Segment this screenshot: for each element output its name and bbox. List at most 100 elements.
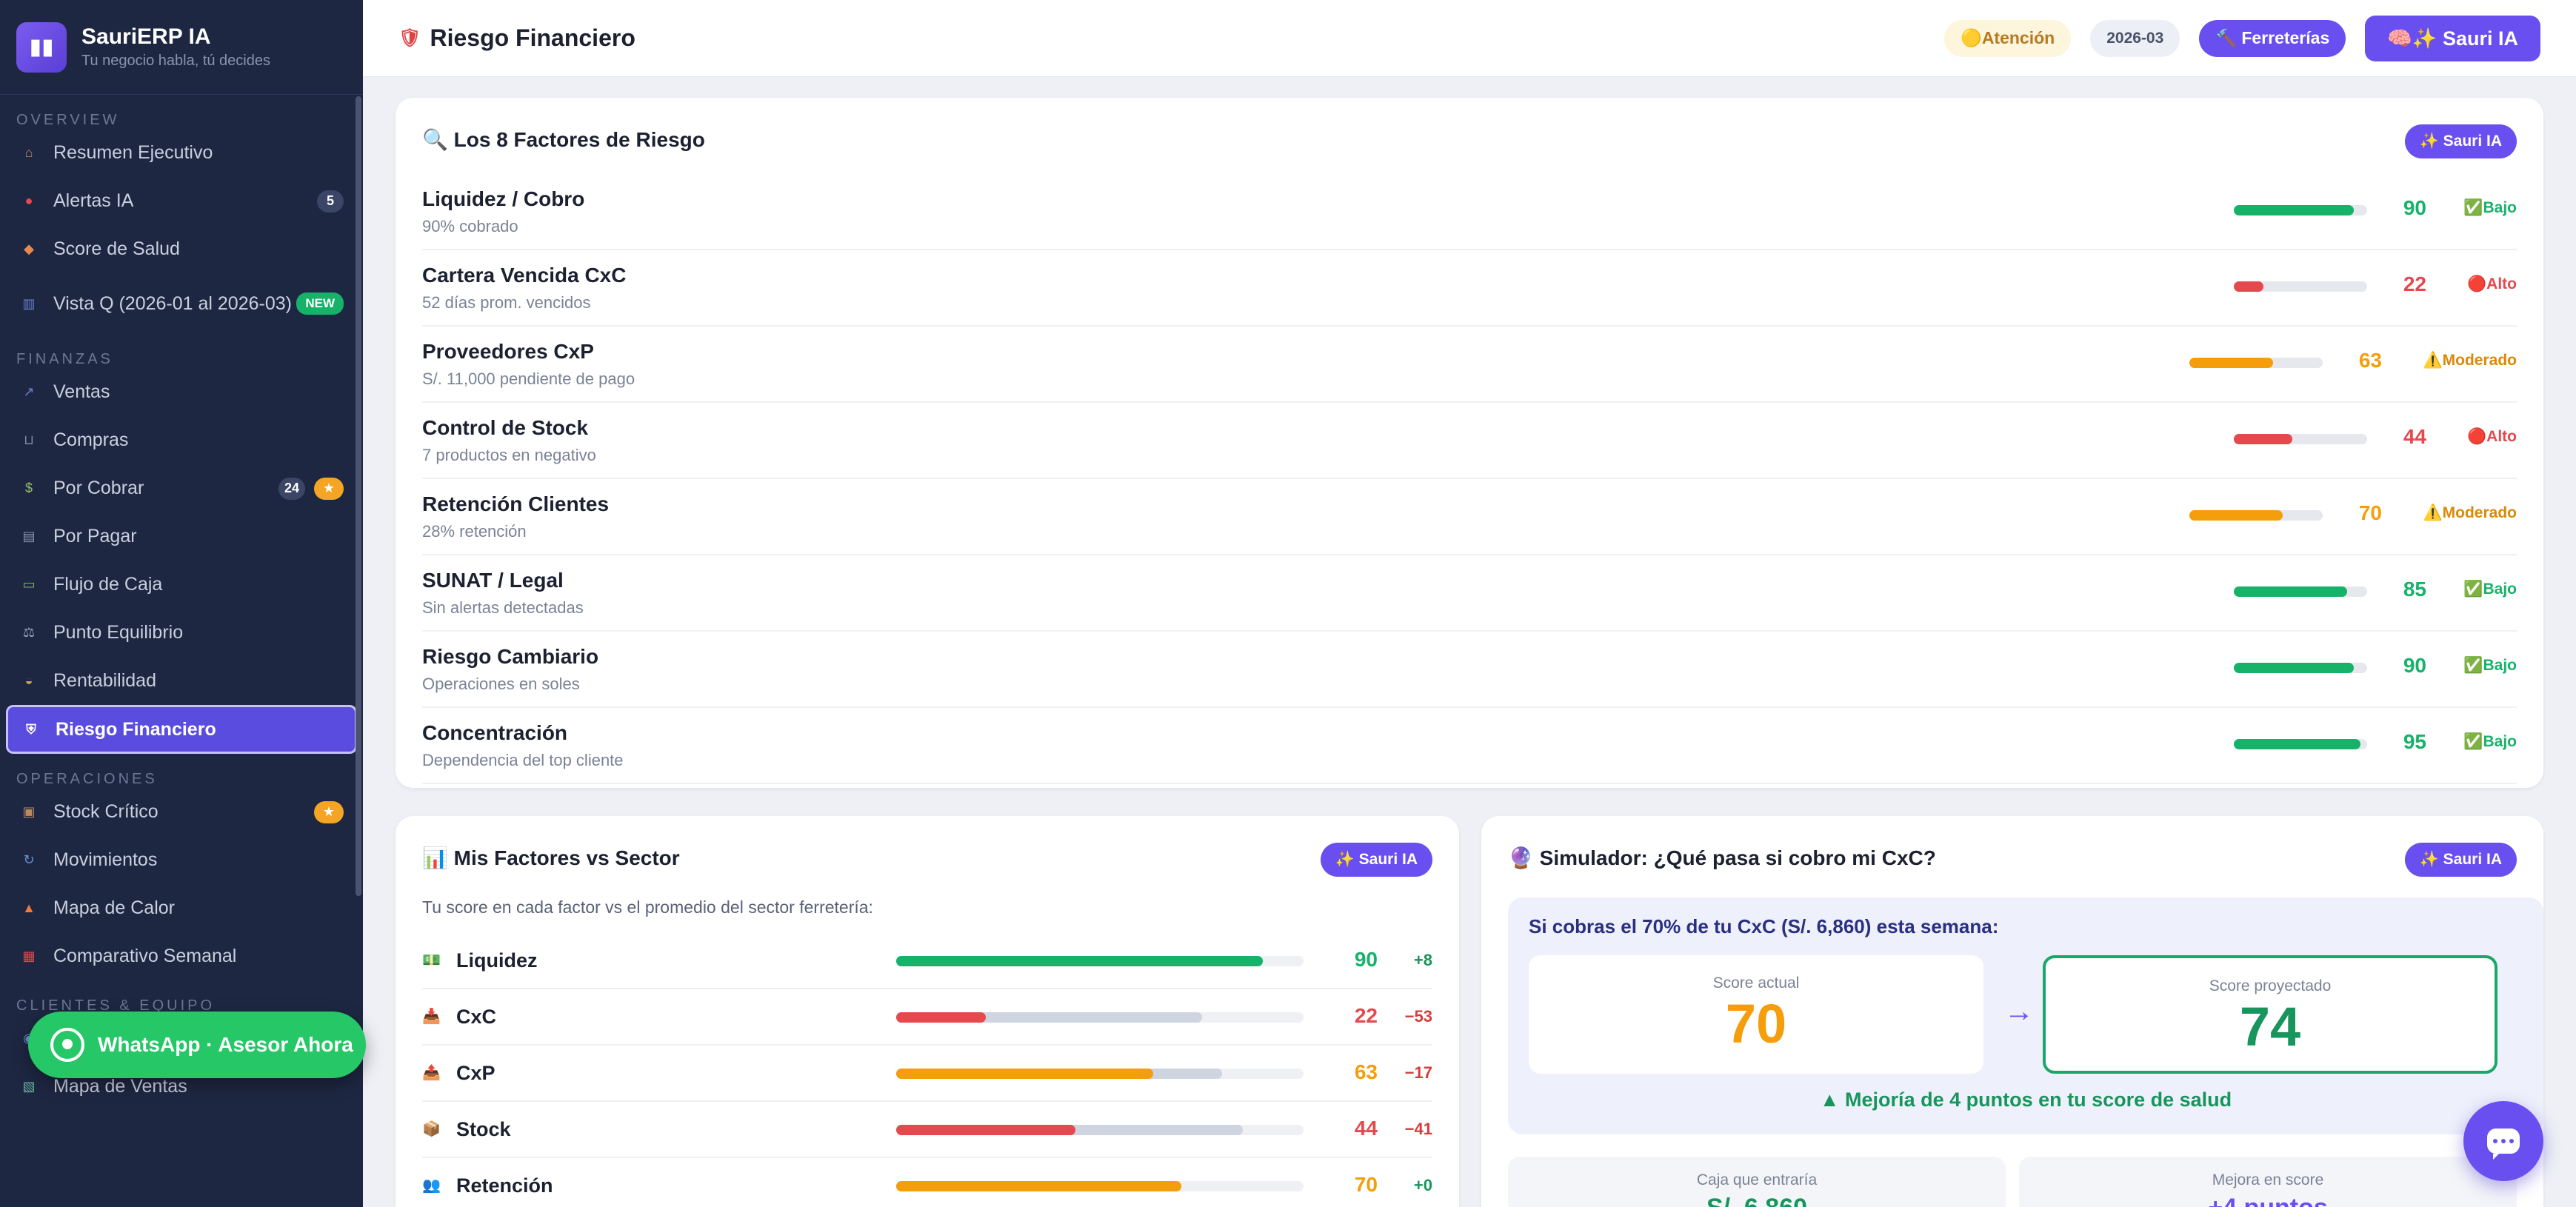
- sector-comparison-title: 📊 Mis Factores vs Sector: [422, 846, 680, 869]
- my-score-bar: [896, 1069, 1153, 1079]
- risk-factor-detail: 52 días prom. vencidos: [422, 293, 591, 312]
- risk-factor-detail: 90% cobrado: [422, 217, 518, 235]
- score-gain-value: +4 puntos: [2019, 1194, 2517, 1207]
- sidebar-item[interactable]: ▥ Vista Q (2026-01 al 2026-03) NEW: [0, 273, 363, 334]
- sector-comparison-subtitle: Tu score en cada factor vs el promedio d…: [422, 897, 873, 917]
- risk-factor-name: Proveedores CxP: [422, 340, 594, 363]
- calendar-icon: ▦: [22, 949, 36, 963]
- trend-icon: ↗: [23, 384, 35, 399]
- sidebar-item[interactable]: ◆ Score de Salud: [0, 225, 363, 273]
- sidebar-item-label: Mapa de Calor: [53, 897, 175, 919]
- risk-level-badge: 🔴Alto: [2467, 428, 2517, 445]
- sidebar-item-label: Rentabilidad: [53, 670, 156, 692]
- sidebar-item[interactable]: ↻ Movimientos: [0, 836, 363, 884]
- current-score-box: Score actual 70: [1529, 955, 1983, 1074]
- risk-factor-row: SUNAT / Legal Sin alertas detectadas 85 …: [422, 555, 2517, 632]
- risk-level-badge: 🔴Alto: [2467, 275, 2517, 292]
- brand[interactable]: ▮▮ SauriERP IA Tu negocio habla, tú deci…: [0, 0, 363, 95]
- sidebar-item-label: Riesgo Financiero: [56, 718, 216, 740]
- risk-factor-bar: [2234, 281, 2367, 292]
- page-title: 🛡 Riesgo Financiero: [398, 24, 1925, 52]
- risk-factor-row: Cartera Vencida CxC 52 días prom. vencid…: [422, 250, 2517, 327]
- risk-factor-row: Riesgo Cambiario Operaciones en soles 90…: [422, 632, 2517, 708]
- my-score-bar: [896, 1125, 1075, 1135]
- sidebar-item-label: Alertas IA: [53, 190, 134, 212]
- new-badge: NEW: [296, 292, 344, 315]
- sidebar-item-label: Ventas: [53, 381, 110, 403]
- sidebar-item-label: Por Cobrar: [53, 478, 144, 499]
- sidebar-item-label: Movimientos: [53, 849, 158, 871]
- sidebar-item[interactable]: ▤ Por Pagar: [0, 512, 363, 561]
- risk-factor-name: Retención Clientes: [422, 492, 610, 515]
- period-badge[interactable]: 2026-03: [2090, 19, 2180, 57]
- risk-factor-detail: Operaciones en soles: [422, 675, 580, 693]
- score-gain-box: Mejora en score +4 puntos: [2019, 1157, 2517, 1207]
- whatsapp-button[interactable]: WhatsApp · Asesor Ahora: [28, 1012, 366, 1078]
- my-score-bar: [896, 1012, 986, 1023]
- sidebar-item[interactable]: ◒ Rentabilidad: [0, 657, 363, 705]
- sidebar-item[interactable]: ▦ Comparativo Semanal: [0, 932, 363, 980]
- risk-factor-bar-fill: [2189, 358, 2274, 368]
- chart-icon: ▥: [22, 295, 36, 311]
- sector-comparison-row: 👥 Retención 70 +0: [422, 1158, 1432, 1207]
- sidebar-item[interactable]: ⛨ Riesgo Financiero: [6, 705, 357, 754]
- sidebar-item[interactable]: ⊔ Compras: [0, 416, 363, 464]
- sidebar-item-label: Flujo de Caja: [53, 574, 163, 595]
- score-delta: −17: [1404, 1063, 1432, 1082]
- factor-name: Stock: [456, 1118, 511, 1140]
- cash-inflow-label: Caja que entraría: [1696, 1171, 1818, 1188]
- money-icon: $: [24, 481, 33, 495]
- simulator-ai-button[interactable]: ✨ Sauri IA: [2404, 843, 2517, 877]
- sector-comparison-row: 📦 Stock 44 −41: [422, 1102, 1432, 1158]
- sidebar-scrollbar[interactable]: [356, 96, 361, 896]
- my-score-value: 63: [1354, 1060, 1378, 1083]
- sidebar-item[interactable]: ↗ Ventas: [0, 368, 363, 416]
- bag-icon: ◒: [24, 673, 33, 688]
- factor-name: Liquidez: [456, 949, 538, 972]
- sidebar-item[interactable]: ▭ Flujo de Caja: [0, 561, 363, 609]
- brand-name: SauriERP IA: [81, 24, 211, 49]
- risk-factor-bar-fill: [2234, 281, 2263, 292]
- risk-factor-bar: [2234, 663, 2367, 673]
- sector-comparison-row: 💵 Liquidez 90 +8: [422, 933, 1432, 989]
- risk-factor-row: Proveedores CxP S/. 11,000 pendiente de …: [422, 327, 2517, 403]
- factor-icon: 📤: [422, 1065, 441, 1081]
- sidebar-item[interactable]: ⚖ Punto Equilibrio: [0, 609, 363, 657]
- projected-score-value: 74: [2239, 996, 2301, 1057]
- cash-icon: ▭: [22, 577, 36, 592]
- cart-icon: ⊔: [23, 432, 35, 447]
- projected-score-box: Score proyectado 74: [2043, 955, 2497, 1074]
- sidebar-item[interactable]: ▣ Stock Crítico ★: [0, 788, 363, 836]
- risk-factor-bar-fill: [2234, 205, 2354, 215]
- sidebar-section-label: CLIENTES & EQUIPO: [16, 997, 216, 1014]
- star-badge-icon: ★: [314, 477, 344, 500]
- risk-factor-bar-fill: [2234, 663, 2354, 673]
- sidebar-section-label: FINANZAS: [16, 351, 113, 367]
- pill-icon: ◆: [24, 241, 34, 256]
- sauri-ia-button[interactable]: 🧠✨ Sauri IA: [2365, 15, 2540, 61]
- my-score-bar: [896, 956, 1263, 966]
- score-delta: +8: [1413, 951, 1432, 969]
- projected-score-label: Score proyectado: [2209, 977, 2332, 994]
- risk-factors-ai-button[interactable]: ✨ Sauri IA: [2404, 124, 2517, 158]
- shield-icon: 🛡: [398, 28, 421, 48]
- simulator-question: Si cobras el 70% de tu CxC (S/. 6,860) e…: [1529, 915, 1999, 937]
- chat-button[interactable]: [2463, 1101, 2543, 1181]
- score-delta: −53: [1404, 1007, 1432, 1026]
- factor-name: Retención: [456, 1174, 553, 1197]
- risk-factor-score: 85: [2403, 578, 2426, 601]
- my-score-value: 90: [1354, 948, 1378, 971]
- risk-factor-row: Liquidez / Cobro 90% cobrado 90 ✅Bajo: [422, 174, 2517, 250]
- bill-icon: ▤: [22, 529, 36, 544]
- risk-factor-detail: 7 productos en negativo: [422, 446, 596, 464]
- risk-factor-bar: [2234, 586, 2367, 597]
- sector-comparison-ai-button[interactable]: ✨ Sauri IA: [1320, 843, 1432, 877]
- sidebar-item[interactable]: ▲ Mapa de Calor: [0, 884, 363, 932]
- sidebar-item[interactable]: $ Por Cobrar 24 ★: [0, 464, 363, 512]
- sidebar-item-label: Mapa de Ventas: [53, 1076, 187, 1097]
- simulator-card: 🔮 Simulador: ¿Qué pasa si cobro mi CxC? …: [1481, 816, 2543, 1207]
- sidebar-item[interactable]: ⌂ Resumen Ejecutivo: [0, 129, 363, 177]
- sidebar-item[interactable]: ● Alertas IA 5: [0, 177, 363, 225]
- sector-button[interactable]: 🔨 Ferreterías: [2199, 19, 2346, 57]
- risk-factor-bar-fill: [2234, 434, 2293, 444]
